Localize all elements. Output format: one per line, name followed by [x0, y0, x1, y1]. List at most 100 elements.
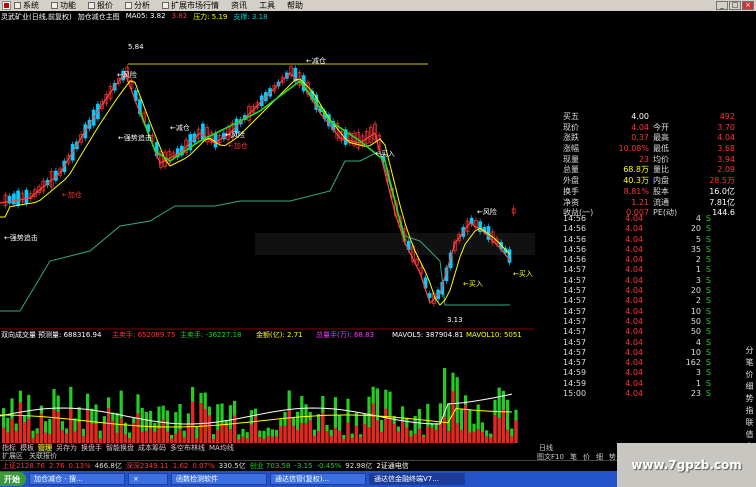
- volume-bar-red: [23, 422, 27, 443]
- extension-tab[interactable]: 关联报价: [29, 451, 57, 460]
- tick-row: 14:56 4.04 2 S: [563, 255, 756, 265]
- status-bar: 上证2128.76 2.76 0.13% 466.8亿 深深2349.11 1.…: [0, 460, 617, 471]
- taskbar-item[interactable]: ×: [128, 473, 168, 485]
- menu-function[interactable]: 功能: [51, 0, 76, 11]
- quote-label: 涨幅: [563, 144, 579, 154]
- tick-list[interactable]: 14:56 4.04 4 S 14:56 4.04 20 S 14:56 4.04 5 S 14:56 4…: [563, 214, 756, 399]
- quote-label: 涨跌: [563, 133, 579, 143]
- tick-price: 4.04: [625, 255, 643, 265]
- volume-bar-red: [90, 423, 94, 443]
- status-cy-pct: -0.45%: [316, 462, 342, 470]
- side-tab[interactable]: 指: [743, 405, 756, 417]
- annotation-label: ←加仓: [228, 141, 248, 150]
- tick-side: S: [705, 368, 711, 378]
- quote-row: 现价 4.04 今开 3.70: [535, 123, 756, 134]
- volume-bar-red: [228, 428, 232, 443]
- tick-row: 14:57 4.04 1 S: [563, 265, 756, 275]
- menu-ext-market[interactable]: 扩展市场行情: [162, 0, 219, 11]
- tick-side: S: [705, 234, 711, 244]
- side-tab[interactable]: 势: [743, 393, 756, 405]
- tick-volume: 4: [695, 337, 701, 347]
- volume-bar-red: [363, 423, 367, 443]
- tick-price: 4.04: [625, 327, 643, 337]
- volume-bar-red: [27, 418, 31, 443]
- candle-body: [24, 189, 29, 204]
- menu-quote[interactable]: 报价: [88, 0, 113, 11]
- tick-volume: 2: [695, 296, 701, 306]
- side-tab[interactable]: 价: [743, 369, 756, 381]
- volume-forecast: 预测量: 688316.94: [38, 330, 102, 339]
- window-controls: _ □ ×: [716, 1, 754, 10]
- status-telecom: 2证通电信: [376, 462, 409, 470]
- tick-row: 14:57 4.04 50 S: [563, 317, 756, 327]
- tick-price: 4.04: [625, 347, 643, 357]
- volume-bar-red: [10, 418, 14, 443]
- tick-volume: 10: [690, 306, 701, 316]
- watermark-logo: www.7gpzb.com: [617, 443, 756, 487]
- menu-icon: [51, 2, 58, 9]
- menu-system[interactable]: 系统: [14, 0, 39, 11]
- volume-bar-red: [430, 427, 434, 443]
- volume-title: 双向成交量: [1, 330, 36, 339]
- menu-help[interactable]: 帮助: [287, 0, 303, 11]
- volume-bar-red: [506, 429, 510, 443]
- extension-tab[interactable]: 扩展区: [2, 451, 23, 460]
- side-tab[interactable]: 值: [743, 429, 756, 441]
- quote-label: 现价: [563, 122, 579, 132]
- quote-row: 买五 4.00 492: [535, 112, 756, 123]
- annotation-label: ←风险: [117, 70, 137, 79]
- taskbar-item[interactable]: 通达信管(复权)...: [270, 473, 366, 485]
- maximize-button[interactable]: □: [729, 1, 741, 10]
- candle-body: [12, 193, 16, 205]
- volume-bar-red: [2, 427, 6, 443]
- annotation-label: ←风险: [225, 130, 245, 139]
- quote-label2: 内盘: [653, 176, 669, 186]
- volume-bar-red: [455, 423, 459, 443]
- taskbar-item[interactable]: 加仓减仓 - 搜...: [29, 473, 125, 485]
- tick-time: 14:57: [563, 327, 587, 337]
- support-line: [0, 150, 510, 312]
- quote-label: 外盘: [563, 176, 579, 186]
- volume-bar-red: [392, 424, 396, 443]
- taskbar-item[interactable]: 通达信金融终端V7...: [369, 473, 465, 485]
- tick-volume: 4: [695, 214, 701, 223]
- status-sh-amount: 466.8亿: [94, 462, 122, 470]
- menu-analysis[interactable]: 分析: [125, 0, 150, 11]
- close-button[interactable]: ×: [742, 1, 754, 10]
- taskbar-item[interactable]: 函数检测软件: [171, 473, 267, 485]
- volume-bar-red: [165, 431, 169, 443]
- menu-news[interactable]: 资讯: [231, 0, 247, 11]
- volume-bar-red: [405, 427, 409, 443]
- volume-bar-red: [472, 431, 476, 443]
- minimize-button[interactable]: _: [716, 1, 728, 10]
- volume-bar-red: [287, 409, 291, 443]
- menu-icon: [162, 2, 169, 9]
- volume-bar-red: [464, 404, 468, 443]
- volume-bar-red: [275, 436, 279, 443]
- volume-bar-red: [224, 425, 228, 443]
- volume-bar-red: [497, 417, 501, 443]
- volume-bar-red: [249, 424, 253, 443]
- volume-bar-red: [149, 428, 153, 443]
- menu-tools[interactable]: 工具: [259, 0, 275, 11]
- status-sh-index: 上证2128.76: [2, 462, 45, 470]
- side-tab[interactable]: 细: [743, 381, 756, 393]
- volume-bar-red: [375, 420, 379, 443]
- status-cy-change: -3.15: [294, 462, 313, 470]
- volume-bar-red: [73, 431, 77, 443]
- volume-bar-red: [354, 425, 358, 443]
- volume-bar-red: [77, 422, 81, 443]
- side-tab[interactable]: 联: [743, 417, 756, 429]
- quote-label2: 量比: [653, 165, 669, 175]
- quote-label2: 最高: [653, 133, 669, 143]
- volume-bar-red: [333, 427, 337, 443]
- annotation-label: ←加仓: [62, 190, 82, 199]
- tick-price: 4.04: [625, 389, 643, 399]
- start-button[interactable]: 开始: [0, 472, 26, 486]
- side-tab[interactable]: 分: [743, 345, 756, 357]
- tick-row: 14:59 4.04 3 S: [563, 368, 756, 378]
- tick-row: 14:57 4.04 20 S: [563, 286, 756, 296]
- volume-bar-red: [308, 420, 312, 443]
- candle-body: [213, 133, 218, 148]
- side-tab[interactable]: 笔: [743, 357, 756, 369]
